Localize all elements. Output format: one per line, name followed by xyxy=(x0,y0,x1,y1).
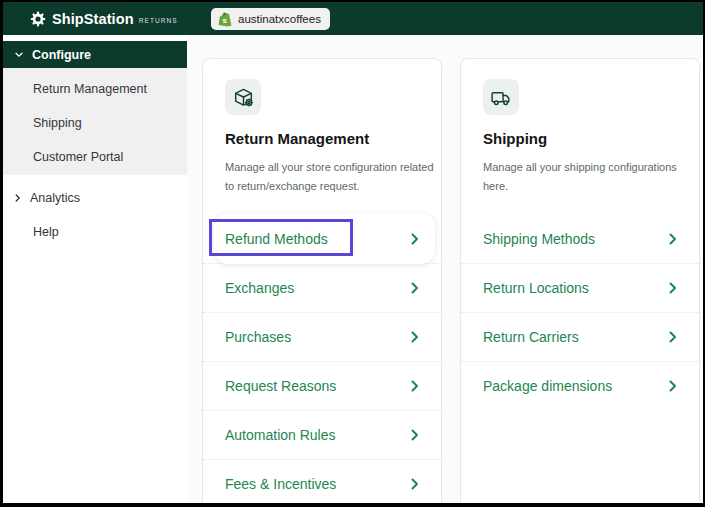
card-description: Manage all your shipping configurations … xyxy=(483,158,677,196)
sidebar-item-help[interactable]: Help xyxy=(3,215,187,249)
brand-name: ShipStation xyxy=(52,11,134,27)
sidebar-item-label: Configure xyxy=(32,48,91,62)
card-description: Manage all your store configuration rela… xyxy=(225,158,434,196)
chevron-right-icon xyxy=(411,478,419,490)
row-label: Exchanges xyxy=(225,280,294,296)
chevron-right-icon xyxy=(411,331,419,343)
row-label: Return Locations xyxy=(483,280,589,296)
menu-row-automation-rules[interactable]: Automation Rules xyxy=(203,410,441,459)
row-label: Request Reasons xyxy=(225,378,336,394)
chevron-right-icon xyxy=(669,282,677,294)
menu-row-request-reasons[interactable]: Request Reasons xyxy=(203,361,441,410)
chevron-right-icon xyxy=(411,429,419,441)
box-gear-icon xyxy=(231,85,256,110)
chevron-right-icon xyxy=(669,331,677,343)
row-label: Purchases xyxy=(225,329,291,345)
sidebar-item-analytics[interactable]: Analytics xyxy=(3,181,187,215)
card-title: Shipping xyxy=(483,130,547,147)
sidebar-item-label: Analytics xyxy=(30,191,80,205)
chevron-right-icon xyxy=(411,282,419,294)
row-label: Package dimensions xyxy=(483,378,612,394)
shopify-icon: s xyxy=(218,12,232,27)
sidebar-item-configure[interactable]: Configure xyxy=(3,41,187,68)
sidebar-item-label: Shipping xyxy=(33,116,82,130)
sidebar-item-shipping[interactable]: Shipping xyxy=(3,106,187,140)
sidebar-item-return-management[interactable]: Return Management xyxy=(3,72,187,106)
truck-icon xyxy=(489,85,514,110)
sidebar-item-label: Help xyxy=(33,225,59,239)
menu-row-return-carriers[interactable]: Return Carriers xyxy=(461,312,699,361)
chevron-right-icon xyxy=(669,380,677,392)
store-tab-label: austinatxcoffees xyxy=(238,13,321,25)
store-tab[interactable]: s austinatxcoffees xyxy=(211,8,330,30)
svg-text:s: s xyxy=(223,16,228,25)
menu-row-purchases[interactable]: Purchases xyxy=(203,312,441,361)
menu-row-fees-incentives[interactable]: Fees & Incentives xyxy=(203,459,441,503)
menu-row-refund-methods[interactable]: Refund Methods xyxy=(203,214,441,263)
chevron-right-icon xyxy=(669,233,677,245)
row-label: Return Carriers xyxy=(483,329,579,345)
row-label: Automation Rules xyxy=(225,427,336,443)
top-header: ShipStation RETURNS s austinatxcoffees xyxy=(3,2,703,35)
shipstation-gear-icon xyxy=(30,11,46,27)
chevron-right-icon xyxy=(15,194,21,202)
sidebar: Configure Return Management Shipping Cus… xyxy=(3,35,187,503)
row-label: Fees & Incentives xyxy=(225,476,336,492)
card-title: Return Management xyxy=(225,130,369,147)
menu-row-exchanges[interactable]: Exchanges xyxy=(203,263,441,312)
app-window: ShipStation RETURNS s austinatxcoffees C… xyxy=(0,0,705,507)
sidebar-item-label: Return Management xyxy=(33,82,147,96)
card-icon-box xyxy=(225,79,261,115)
chevron-right-icon xyxy=(411,233,419,245)
sidebar-item-customer-portal[interactable]: Customer Portal xyxy=(3,140,187,174)
shipping-card: Shipping Manage all your shipping config… xyxy=(460,58,700,503)
brand-suffix: RETURNS xyxy=(139,17,178,24)
main-content: Return Management Manage all your store … xyxy=(187,35,703,503)
return-management-card: Return Management Manage all your store … xyxy=(202,58,442,503)
configure-submenu: Return Management Shipping Customer Port… xyxy=(3,68,187,175)
menu-row-return-locations[interactable]: Return Locations xyxy=(461,263,699,312)
sidebar-item-label: Customer Portal xyxy=(33,150,123,164)
card-icon-box xyxy=(483,79,519,115)
brand-logo[interactable]: ShipStation RETURNS xyxy=(30,11,178,27)
menu-row-shipping-methods[interactable]: Shipping Methods xyxy=(461,214,699,263)
row-label: Shipping Methods xyxy=(483,231,595,247)
menu-row-package-dimensions[interactable]: Package dimensions xyxy=(461,361,699,410)
annotation-highlight-box xyxy=(209,219,353,256)
chevron-down-icon xyxy=(15,52,23,58)
chevron-right-icon xyxy=(411,380,419,392)
